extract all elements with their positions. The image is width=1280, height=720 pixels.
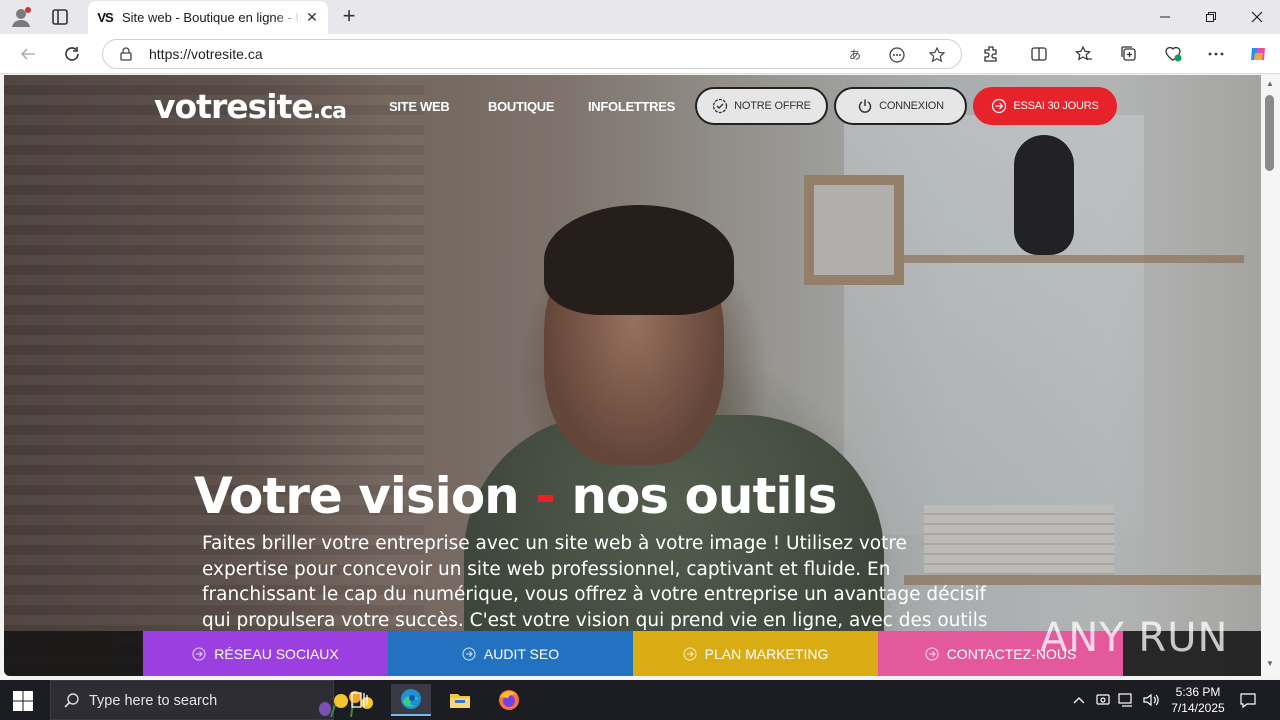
taskbar-clock[interactable]: 5:36 PM 7/14/2025 bbox=[1166, 684, 1230, 716]
split-screen-icon[interactable] bbox=[1027, 42, 1051, 66]
address-toolbar: https://votresite.ca あ bbox=[0, 34, 1280, 74]
volume-icon[interactable] bbox=[1141, 690, 1161, 710]
login-button-label: CONNEXION bbox=[879, 100, 944, 112]
login-button[interactable]: CONNEXION bbox=[834, 87, 967, 125]
nav-infolettres[interactable]: INFOLETTRES bbox=[588, 99, 675, 114]
tab-actions-icon[interactable] bbox=[50, 7, 70, 27]
refresh-button[interactable] bbox=[60, 42, 84, 66]
hero-title: Votre vision - nos outils bbox=[194, 467, 837, 525]
profile-icon[interactable] bbox=[10, 6, 32, 28]
arrow-circle-icon bbox=[462, 647, 476, 660]
site-logo-main: votresite bbox=[154, 87, 314, 126]
collections-icon[interactable] bbox=[1117, 42, 1141, 66]
hero-title-dash: - bbox=[535, 467, 556, 525]
badge-check-icon bbox=[712, 98, 728, 114]
browser-tab-active[interactable]: VS Site web - Boutique en ligne - Infole… bbox=[88, 1, 328, 34]
restore-button[interactable] bbox=[1188, 0, 1234, 34]
hero-title-part1: Votre vision bbox=[194, 467, 520, 525]
clock-date: 7/14/2025 bbox=[1171, 701, 1225, 715]
back-button[interactable] bbox=[16, 42, 40, 66]
windows-start-icon[interactable] bbox=[12, 690, 34, 712]
marketing-plan-label: PLAN MARKETING bbox=[704, 645, 829, 662]
site-favicon-icon: VS bbox=[97, 10, 113, 25]
notifications-icon[interactable] bbox=[1236, 690, 1260, 710]
search-icon bbox=[63, 692, 81, 710]
seo-audit-label: AUDIT SEO bbox=[483, 645, 560, 662]
extensions-icon[interactable] bbox=[979, 42, 1003, 66]
reader-icon[interactable] bbox=[887, 45, 907, 65]
device-icon[interactable] bbox=[1094, 690, 1112, 710]
url-bar[interactable]: https://votresite.ca あ bbox=[102, 39, 962, 69]
browser-tab-bar: VS Site web - Boutique en ligne - Infole… bbox=[0, 0, 1280, 34]
lock-icon[interactable] bbox=[119, 47, 133, 61]
close-window-button[interactable] bbox=[1234, 0, 1280, 34]
marketing-plan-button[interactable]: PLAN MARKETING bbox=[633, 631, 878, 676]
favorite-star-icon[interactable] bbox=[927, 45, 947, 65]
task-view-icon[interactable] bbox=[340, 684, 380, 716]
tray-chevron-icon[interactable] bbox=[1070, 690, 1088, 710]
offer-button[interactable]: NOTRE OFFRE bbox=[695, 87, 828, 125]
hero-title-part2: nos outils bbox=[571, 467, 837, 525]
arrow-circle-icon bbox=[192, 647, 206, 660]
svg-text:あ: あ bbox=[849, 48, 861, 62]
scrollbar-thumb[interactable] bbox=[1265, 95, 1274, 171]
file-explorer-icon[interactable] bbox=[440, 684, 480, 716]
social-networks-label: RÉSEAU SOCIAUX bbox=[214, 645, 339, 662]
page-scrollbar[interactable]: ▲ ▼ bbox=[1262, 75, 1280, 676]
arrow-circle-icon bbox=[991, 98, 1007, 114]
firefox-icon[interactable] bbox=[489, 684, 529, 716]
windows-taskbar: Type here to search 5:36 PM 7/14/2025 bbox=[0, 680, 1280, 720]
copilot-icon[interactable] bbox=[1246, 42, 1270, 66]
anyrun-watermark: ANY RUN bbox=[1040, 615, 1229, 661]
browser-essentials-icon[interactable] bbox=[1161, 42, 1185, 66]
offer-button-label: NOTRE OFFRE bbox=[734, 100, 811, 112]
minimize-button[interactable] bbox=[1142, 0, 1188, 34]
clock-time: 5:36 PM bbox=[1175, 685, 1221, 699]
taskbar-search[interactable]: Type here to search bbox=[50, 680, 373, 720]
trial-button[interactable]: ESSAI 30 JOURS bbox=[973, 87, 1117, 125]
favorites-icon[interactable] bbox=[1072, 42, 1096, 66]
site-logo-tld: .ca bbox=[312, 99, 347, 124]
nav-site-web[interactable]: SITE WEB bbox=[389, 99, 450, 114]
arrow-circle-icon bbox=[925, 647, 939, 660]
more-options-icon[interactable] bbox=[1204, 42, 1228, 66]
arrow-circle-icon bbox=[683, 647, 697, 660]
power-icon bbox=[857, 98, 873, 114]
scroll-down-icon[interactable]: ▼ bbox=[1265, 659, 1275, 669]
scroll-up-icon[interactable]: ▲ bbox=[1265, 79, 1275, 89]
nav-boutique[interactable]: BOUTIQUE bbox=[488, 99, 555, 114]
translate-icon[interactable]: あ bbox=[847, 45, 867, 65]
url-text[interactable]: https://votresite.ca bbox=[149, 46, 263, 62]
page-viewport: votresite.ca SITE WEB BOUTIQUE INFOLETTR… bbox=[4, 75, 1261, 676]
network-icon[interactable] bbox=[1117, 690, 1137, 710]
tab-close-icon[interactable]: ✕ bbox=[304, 9, 320, 25]
trial-button-label: ESSAI 30 JOURS bbox=[1013, 100, 1099, 112]
search-placeholder: Type here to search bbox=[89, 693, 218, 709]
site-logo[interactable]: votresite.ca bbox=[154, 87, 347, 126]
social-networks-button[interactable]: RÉSEAU SOCIAUX bbox=[143, 631, 388, 676]
seo-audit-button[interactable]: AUDIT SEO bbox=[388, 631, 633, 676]
edge-taskbar-icon[interactable] bbox=[391, 684, 431, 716]
new-tab-button[interactable]: + bbox=[338, 5, 360, 28]
tab-title: Site web - Boutique en ligne - Infolettr… bbox=[122, 10, 302, 25]
